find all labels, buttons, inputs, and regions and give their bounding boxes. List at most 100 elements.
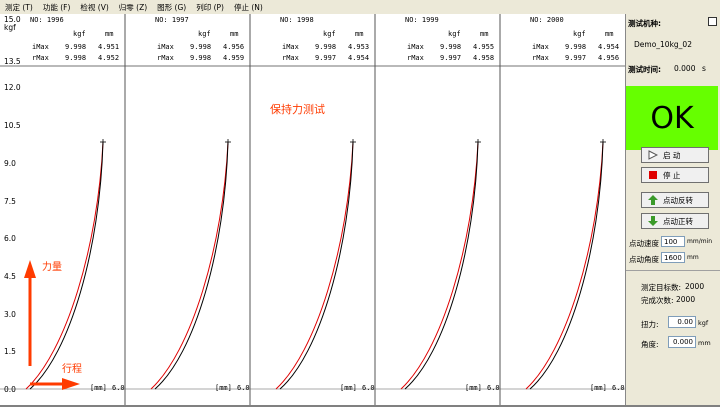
panel-mm-header: mm bbox=[480, 30, 489, 38]
panel-imax-mm: 4.956 bbox=[223, 43, 245, 51]
panel-rmax-label: rMax bbox=[532, 54, 549, 62]
angle-field: 0.000 bbox=[668, 336, 696, 348]
y-tick-label: 13.5 bbox=[4, 57, 21, 66]
menu-view[interactable]: 检视 (V) bbox=[75, 2, 113, 13]
arrow-up-icon bbox=[648, 195, 658, 205]
panel-mm-header: mm bbox=[355, 30, 364, 38]
model-label: 测试机种: bbox=[628, 19, 661, 28]
target-label: 测定目标数: bbox=[641, 283, 682, 292]
travel-arrow-icon bbox=[62, 378, 80, 390]
menu-measure[interactable]: 测定 (T) bbox=[0, 2, 38, 13]
panel-imax-label: iMax bbox=[32, 43, 49, 51]
panel-number: NO: 1996 bbox=[30, 16, 64, 24]
model-checkbox[interactable] bbox=[708, 17, 717, 26]
panel-number: NO: 1998 bbox=[280, 16, 314, 24]
panel-imax-kgf: 9.998 bbox=[190, 43, 212, 51]
x-unit-label: [mm] bbox=[90, 384, 107, 392]
time-unit: s bbox=[702, 64, 706, 73]
panel-number: NO: 1999 bbox=[405, 16, 439, 24]
jog-angle-unit: mm bbox=[687, 254, 699, 261]
menu-function[interactable]: 功能 (F) bbox=[38, 2, 76, 13]
x-max-label: 6.0 bbox=[237, 384, 250, 392]
jog-angle-value: 1600 bbox=[664, 253, 682, 262]
angle-unit: mm bbox=[698, 339, 711, 347]
completed-value: 2000 bbox=[676, 295, 696, 304]
panel-kgf-header: kgf bbox=[448, 30, 461, 38]
return-curve bbox=[525, 141, 604, 390]
angle-label: 角度: bbox=[641, 340, 659, 349]
panel-imax-mm: 4.955 bbox=[473, 43, 495, 51]
torque-unit: kgf bbox=[698, 319, 709, 327]
return-curve bbox=[150, 141, 229, 390]
menu-print[interactable]: 列印 (P) bbox=[191, 2, 229, 13]
model-value: Demo_10kg_02 bbox=[634, 40, 692, 49]
panel-mm-header: mm bbox=[230, 30, 239, 38]
stop-icon bbox=[649, 171, 657, 179]
panel-imax-label: iMax bbox=[282, 43, 299, 51]
menu-stop[interactable]: 停止 (N) bbox=[229, 2, 268, 13]
jog-speed-label: 点动速度 bbox=[629, 239, 659, 248]
x-max-label: 6.0 bbox=[612, 384, 625, 392]
load-curve bbox=[29, 141, 104, 390]
panel-number: NO: 2000 bbox=[530, 16, 564, 24]
force-travel-plot bbox=[0, 14, 625, 405]
result-indicator: OK bbox=[626, 86, 718, 150]
torque-field: 0.00 bbox=[668, 316, 696, 328]
panel-rmax-mm: 4.952 bbox=[98, 54, 120, 62]
menu-graph[interactable]: 图形 (G) bbox=[152, 2, 191, 13]
panel-rmax-kgf: 9.998 bbox=[190, 54, 212, 62]
panel-rmax-mm: 4.959 bbox=[223, 54, 245, 62]
x-unit-label: [mm] bbox=[590, 384, 607, 392]
return-curve bbox=[25, 141, 104, 390]
panel-imax-mm: 4.951 bbox=[98, 43, 120, 51]
start-button[interactable]: 启 动 bbox=[641, 147, 709, 163]
time-value: 0.000 bbox=[674, 64, 696, 73]
result-text: OK bbox=[650, 100, 694, 136]
force-axis-label: 力量 bbox=[42, 262, 62, 273]
load-curve bbox=[529, 141, 604, 390]
panel-imax-label: iMax bbox=[532, 43, 549, 51]
load-curve bbox=[404, 141, 479, 390]
jog-speed-input[interactable]: 100 bbox=[661, 236, 685, 247]
panel-kgf-header: kgf bbox=[73, 30, 86, 38]
y-tick-label: 6.0 bbox=[4, 234, 16, 244]
stop-button-label: 停 止 bbox=[663, 170, 681, 180]
jog-angle-input[interactable]: 1600 bbox=[661, 252, 685, 263]
stop-button[interactable]: 停 止 bbox=[641, 167, 709, 183]
x-unit-label: [mm] bbox=[465, 384, 482, 392]
time-label: 测试时间: bbox=[628, 65, 661, 74]
x-max-label: 6.0 bbox=[487, 384, 500, 392]
panel-imax-kgf: 9.998 bbox=[65, 43, 87, 51]
test-title: 保持力测试 bbox=[270, 103, 325, 116]
panel-mm-header: mm bbox=[605, 30, 614, 38]
y-tick-label: 4.5 bbox=[4, 271, 16, 281]
panel-rmax-kgf: 9.997 bbox=[315, 54, 337, 62]
y-tick-label: 0.0 bbox=[4, 385, 16, 394]
right-control-panel: 测试机种: Demo_10kg_02 测试时间: 0.000 s OK 启 动 … bbox=[626, 14, 720, 407]
plot-area: 15.0 kgf 13.5 12.0 10.5 9.0 7.5 6.0 4.5 3.0 1.5 0… bbox=[0, 14, 626, 405]
panel-rmax-label: rMax bbox=[32, 54, 49, 62]
panel-imax-kgf: 9.998 bbox=[315, 43, 337, 51]
jog-forward-button[interactable]: 点动正转 bbox=[641, 213, 709, 229]
panel-imax-mm: 4.953 bbox=[348, 43, 370, 51]
x-unit-label: [mm] bbox=[215, 384, 232, 392]
return-curve bbox=[275, 141, 354, 390]
jog-speed-unit: mm/min bbox=[687, 238, 713, 245]
travel-axis-label: 行程 bbox=[62, 364, 82, 375]
completed-label: 完成次数: bbox=[641, 296, 674, 305]
jog-reverse-button[interactable]: 点动反转 bbox=[641, 192, 709, 208]
panel-kgf-header: kgf bbox=[323, 30, 336, 38]
panel-imax-label: iMax bbox=[157, 43, 174, 51]
panel-rmax-kgf: 9.998 bbox=[65, 54, 87, 62]
panel-number: NO: 1997 bbox=[155, 16, 189, 24]
panel-rmax-mm: 4.954 bbox=[348, 54, 370, 62]
panel-imax-mm: 4.954 bbox=[598, 43, 620, 51]
load-curve bbox=[279, 141, 354, 390]
panel-imax-label: iMax bbox=[407, 43, 424, 51]
panel-rmax-kgf: 9.997 bbox=[440, 54, 462, 62]
panel-rmax-mm: 4.958 bbox=[473, 54, 495, 62]
jog-forward-label: 点动正转 bbox=[663, 216, 693, 226]
panel-rmax-label: rMax bbox=[282, 54, 299, 62]
menu-zero[interactable]: 归零 (Z) bbox=[114, 2, 152, 13]
panel-rmax-label: rMax bbox=[407, 54, 424, 62]
